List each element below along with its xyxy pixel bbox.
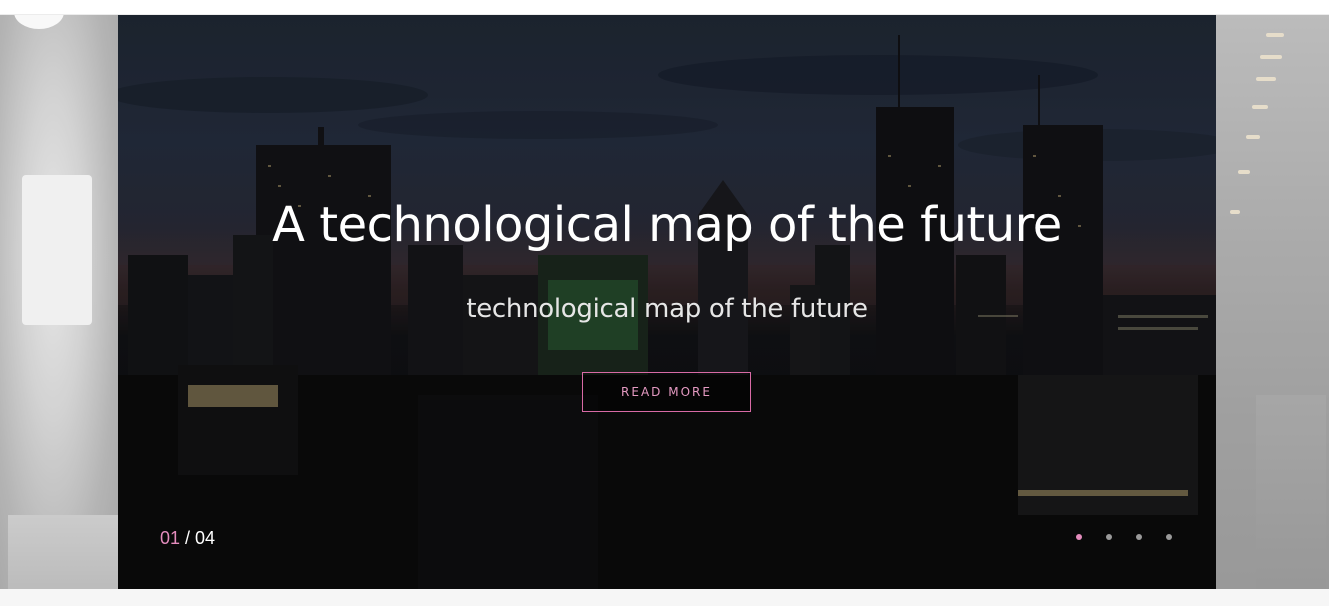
pagination-dot-4[interactable] xyxy=(1166,534,1172,540)
slide-caption: A technological map of the future techno… xyxy=(118,15,1216,589)
previous-slide-peek[interactable] xyxy=(0,15,118,589)
active-slide: A technological map of the future techno… xyxy=(118,15,1216,589)
slide-counter-total: 04 xyxy=(195,528,216,548)
slide-subtitle: technological map of the future xyxy=(466,294,868,324)
slide-counter: 01 / 04 xyxy=(160,528,215,549)
pagination-dot-3[interactable] xyxy=(1136,534,1142,540)
header-strip xyxy=(0,0,1329,15)
slide-pagination xyxy=(1076,534,1172,540)
peek-overlay xyxy=(0,15,118,589)
next-slide-peek[interactable] xyxy=(1216,15,1329,589)
slide-counter-current: 01 xyxy=(160,528,181,548)
hero-slider: A technological map of the future techno… xyxy=(0,0,1329,606)
peek-overlay xyxy=(1216,15,1329,589)
pagination-dot-2[interactable] xyxy=(1106,534,1112,540)
pagination-dot-1[interactable] xyxy=(1076,534,1082,540)
slide-counter-separator: / xyxy=(180,528,196,548)
bottom-strip xyxy=(0,589,1329,606)
slide-title: A technological map of the future xyxy=(272,197,1062,253)
read-more-button[interactable]: READ MORE xyxy=(582,372,751,412)
